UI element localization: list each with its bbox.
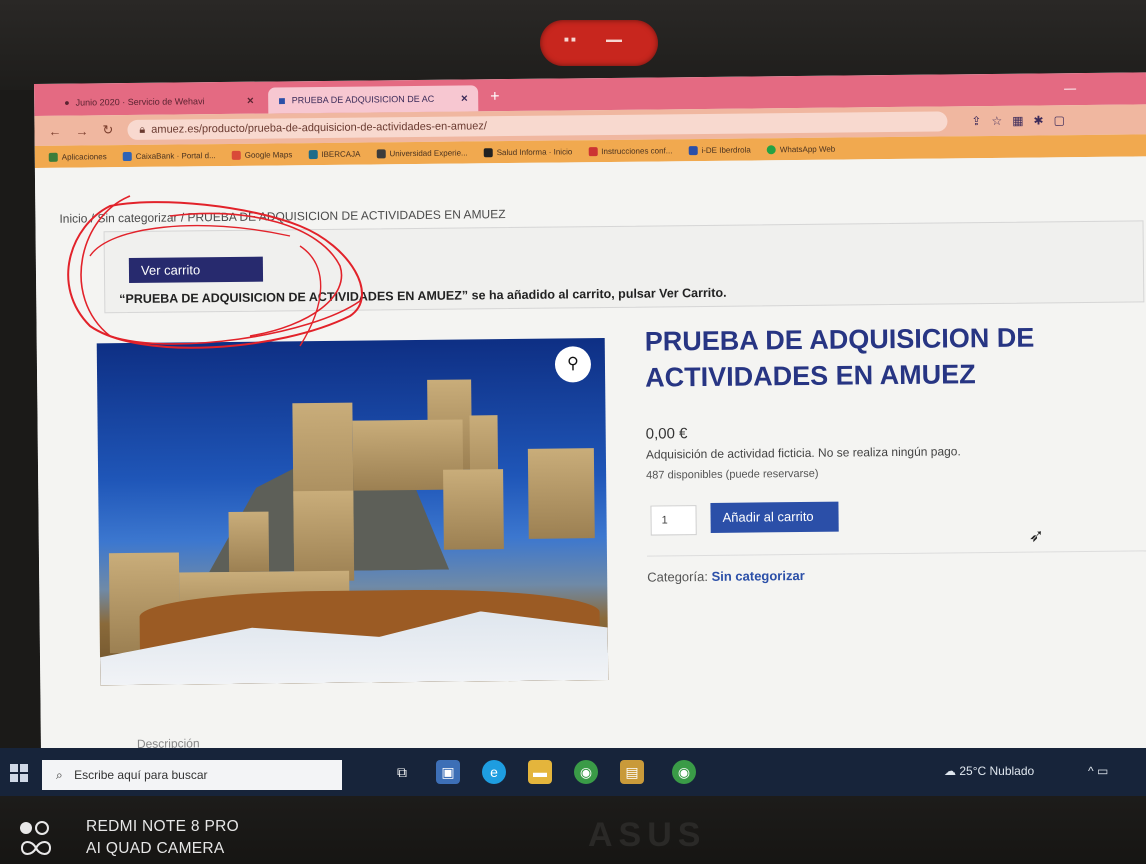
star-icon[interactable]: ☆	[991, 114, 1002, 128]
health-icon	[483, 147, 493, 157]
mouse-cursor-icon: ➶	[1028, 525, 1044, 546]
url-text: amuez.es/producto/prueba-de-adquisicion-…	[151, 120, 487, 136]
close-icon[interactable]: ✕	[461, 93, 469, 104]
browser-tab[interactable]: ● Junio 2020 · Servicio de Wehavi ✕	[54, 88, 264, 116]
watermark-line2: AI QUAD CAMERA	[86, 840, 225, 857]
start-menu-icon[interactable]	[10, 764, 28, 782]
weather-text: 25°C Nublado	[959, 764, 1035, 778]
search-placeholder: Escribe aquí para buscar	[74, 768, 208, 782]
chevron-up-icon[interactable]: ^	[1088, 764, 1094, 778]
laptop-screen: ● Junio 2020 · Servicio de Wehavi ✕ ◼ PR…	[34, 72, 1146, 796]
category-label: Categoría:	[647, 568, 708, 585]
file-explorer-icon[interactable]: ▬	[528, 760, 552, 784]
tab-label: Junio 2020 · Servicio de Wehavi	[75, 96, 205, 108]
system-tray[interactable]: ^ ▭	[1088, 764, 1108, 778]
weather-widget[interactable]: ☁ 25°C Nublado	[944, 764, 1034, 778]
whatsapp-icon	[766, 144, 776, 154]
divider	[646, 550, 1146, 557]
category-link[interactable]: Sin categorizar	[711, 568, 804, 584]
edge-icon[interactable]: e	[482, 760, 506, 784]
puzzle-icon[interactable]: ✱	[1033, 113, 1043, 127]
energy-icon	[688, 145, 698, 155]
cloud-icon: ☁	[944, 764, 956, 778]
castle-tower	[228, 511, 270, 572]
cart-notice-message: “PRUEBA DE ADQUISICION DE ACTIVIDADES EN…	[119, 285, 727, 307]
bank-icon	[122, 151, 132, 161]
castle-tower	[527, 448, 595, 539]
bookmark-item[interactable]: i-DE Iberdrola	[688, 145, 751, 155]
taskbar-search-input[interactable]: ⌕ Escribe aquí para buscar	[42, 760, 342, 790]
tab-favicon-icon: ◼	[278, 94, 286, 105]
tab-label: PRUEBA DE ADQUISICION DE AC	[291, 93, 435, 106]
bookmark-item[interactable]: Salud Informa · Inicio	[483, 147, 572, 157]
castle-tower	[443, 469, 504, 550]
camera-watermark-logo	[20, 821, 52, 855]
lock-icon: 🔒︎	[139, 123, 146, 136]
asus-logo: ASUS	[588, 816, 706, 855]
cart-notice: Ver carrito “PRUEBA DE ADQUISICION DE AC…	[103, 220, 1145, 314]
chrome-profile-icon[interactable]: ◉	[672, 760, 696, 784]
reload-icon[interactable]: ↻	[102, 122, 113, 138]
view-cart-button[interactable]: Ver carrito	[128, 256, 264, 284]
network-icon[interactable]: ▭	[1097, 764, 1108, 778]
extension-icon[interactable]: ▦	[1012, 114, 1023, 128]
mail-icon	[588, 146, 598, 156]
bookmark-item[interactable]: CaixaBank · Portal d...	[122, 151, 216, 161]
tab-favicon-icon: ●	[64, 97, 70, 108]
brand-text: ASUS	[588, 816, 707, 854]
back-icon[interactable]: ←	[48, 123, 61, 138]
map-pin-icon	[231, 150, 241, 160]
bank-icon	[308, 149, 318, 159]
minimize-icon[interactable]: —	[1064, 81, 1076, 95]
chrome-icon[interactable]: ◉	[574, 760, 598, 784]
webcam-cover: ■ ■ ▬▬	[540, 20, 658, 66]
windows-taskbar: ⌕ Escribe aquí para buscar ⧉ ▣ e ▬ ◉ ▤ ◉…	[0, 748, 1146, 796]
new-tab-icon[interactable]: +	[490, 88, 500, 106]
breadcrumb[interactable]: Inicio / Sin categorizar / PRUEBA DE ADQ…	[59, 207, 505, 226]
university-icon	[376, 148, 386, 158]
bookmark-item[interactable]: WhatsApp Web	[766, 144, 835, 154]
bookmark-item[interactable]: Instrucciones conf...	[588, 146, 672, 156]
task-view-icon[interactable]: ⧉	[390, 760, 414, 784]
apps-icon	[48, 152, 58, 162]
web-page: Inicio / Sin categorizar / PRUEBA DE ADQ…	[34, 156, 1146, 796]
product-price: 0,00 €	[645, 425, 688, 443]
quantity-input[interactable]: 1	[650, 505, 697, 536]
folder-icon[interactable]: ▤	[620, 760, 644, 784]
product-image[interactable]	[96, 338, 609, 686]
zoom-icon[interactable]: ⚲	[554, 346, 592, 383]
bookmark-item[interactable]: Universidad Experie...	[376, 148, 468, 158]
stock-status: 487 disponibles (puede reservarse)	[646, 467, 819, 482]
bookmark-item[interactable]: IBERCAJA	[308, 149, 360, 159]
close-icon[interactable]: ✕	[247, 95, 255, 106]
castle-tower	[293, 490, 355, 582]
forward-icon[interactable]: →	[75, 123, 88, 138]
product-title: PRUEBA DE ADQUISICION DE ACTIVIDADES EN …	[644, 322, 1035, 393]
search-icon: ⌕	[56, 768, 63, 782]
address-bar[interactable]: 🔒︎ amuez.es/producto/prueba-de-adquisici…	[127, 111, 948, 141]
add-to-cart-button[interactable]: Añadir al carrito	[710, 501, 839, 533]
store-icon[interactable]: ▣	[436, 760, 460, 784]
share-icon[interactable]: ⇪	[971, 114, 981, 128]
sidebar-icon[interactable]: ▢	[1054, 113, 1065, 127]
product-description: Adquisición de actividad ficticia. No se…	[645, 444, 961, 462]
product-category: Categoría: Sin categorizar	[647, 568, 805, 585]
browser-tab-active[interactable]: ◼ PRUEBA DE ADQUISICION DE AC ✕	[268, 85, 479, 114]
bookmark-item[interactable]: Aplicaciones	[48, 152, 107, 162]
bookmark-item[interactable]: Google Maps	[231, 150, 292, 160]
watermark-line1: REDMI NOTE 8 PRO	[86, 818, 239, 835]
